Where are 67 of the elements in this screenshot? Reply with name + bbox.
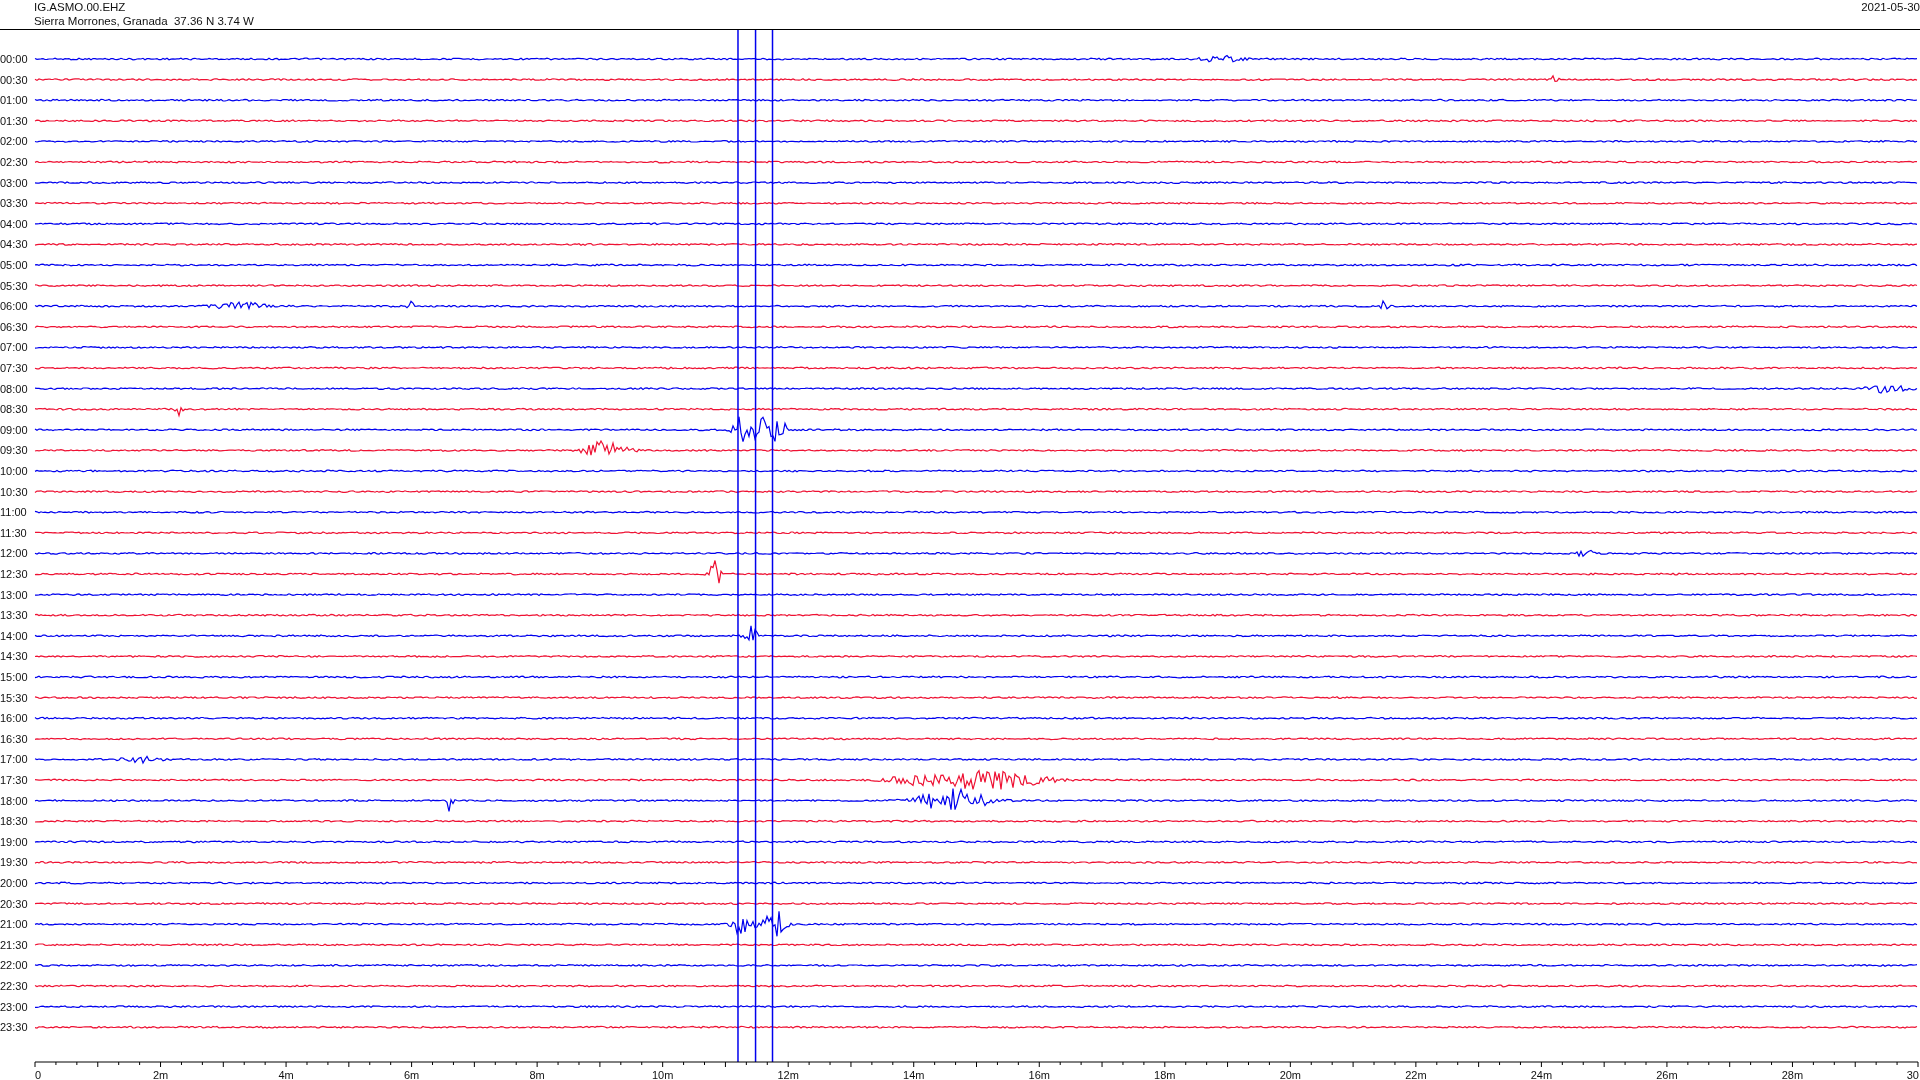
trace-time-label: 03:00 [0,176,28,189]
trace-time-label: 22:30 [0,980,28,992]
trace-time-label: 10:30 [0,485,28,498]
trace-time-label: 11:00 [0,506,27,519]
station-code: IG.ASMO.00.EHZ [34,0,127,14]
trace-time-label: 11:30 [0,526,27,539]
trace-time-label: 16:00 [0,712,28,725]
trace-time-label: 17:00 [0,753,28,766]
axis-tick-label: 14m [903,1069,925,1080]
trace-time-label: 15:30 [0,691,28,704]
trace-time-label: 21:30 [0,938,28,951]
axis-tick-label: 16m [1028,1069,1050,1080]
axis-tick-label: 2m [152,1069,169,1080]
trace-time-label: 04:30 [0,238,28,251]
trace-time-label: 01:00 [0,94,28,107]
trace-time-label: 00:00 [0,53,28,65]
axis-tick-label: 0 [35,1069,42,1080]
axis-tick-label: 4m [278,1069,294,1080]
axis-tick-label: 12m [777,1069,799,1080]
trace-time-label: 02:00 [0,135,28,148]
trace-time-label: 08:30 [0,403,28,416]
trace-time-label: 14:30 [0,650,28,663]
station-location: Sierra Morrones, Granada 37.36 N 3.74 W [34,14,254,28]
trace-time-label: 07:30 [0,362,28,374]
axis-tick-label: 22m [1405,1069,1427,1080]
trace-time-label: 03:30 [0,197,28,210]
trace-time-label: 07:00 [0,341,28,354]
trace-time-label: 16:30 [0,732,28,745]
trace-time-label: 08:00 [0,382,28,395]
trace-time-label: 05:00 [0,259,28,271]
trace-time-label: 14:00 [0,629,28,642]
trace-time-label: 15:00 [0,671,28,683]
axis-tick-label: 6m [403,1069,420,1080]
trace-time-label: 12:30 [0,568,28,580]
axis-tick-label: 20m [1279,1069,1302,1080]
axis-tick-label: 10m [651,1069,674,1080]
trace-time-label: 23:30 [0,1021,28,1034]
trace-time-label: 20:00 [0,877,28,889]
trace-time-label: 13:30 [0,609,28,622]
trace-time-label: 01:30 [0,114,28,127]
axis-tick-label: 18m [1154,1069,1176,1080]
axis-tick-label: 24m [1530,1069,1553,1080]
trace-time-label: 18:30 [0,815,28,828]
trace-time-label: 21:00 [0,918,28,931]
axis-tick-label: 8m [529,1069,545,1080]
trace-time-label: 22:00 [0,959,28,972]
trace-time-label: 06:00 [0,300,28,313]
trace-time-label: 05:30 [0,279,28,292]
trace-time-label: 00:30 [0,73,28,86]
axis-tick-label: 30 [1906,1069,1919,1080]
trace-time-label: 19:00 [0,835,28,848]
axis-tick-label: 28m [1781,1069,1804,1080]
trace-time-label: 18:00 [0,794,28,807]
trace-time-label: 09:30 [0,444,28,457]
trace-time-label: 02:30 [0,156,28,168]
trace-time-label: 20:30 [0,897,28,910]
trace-time-label: 23:00 [0,1000,28,1013]
trace-time-label: 12:00 [0,547,28,560]
trace-time-label: 13:00 [0,588,28,601]
trace-time-label: 10:00 [0,465,28,477]
trace-time-label: 06:30 [0,320,28,333]
axis-tick-label: 26m [1656,1069,1678,1080]
record-date: 2021-05-30 [1861,0,1920,14]
trace-time-label: 09:00 [0,423,28,436]
trace-time-label: 17:30 [0,774,28,786]
trace-time-label: 04:00 [0,217,28,230]
trace-time-label: 19:30 [0,856,28,869]
